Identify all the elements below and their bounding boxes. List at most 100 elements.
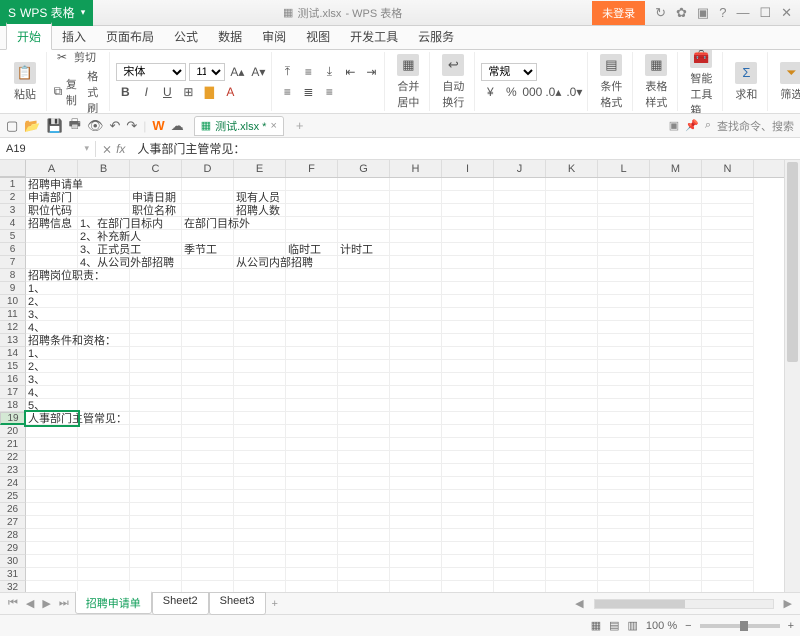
cell[interactable] [442, 542, 494, 555]
cell[interactable] [130, 347, 182, 360]
cell[interactable] [390, 230, 442, 243]
cell[interactable] [130, 282, 182, 295]
cell[interactable] [546, 412, 598, 425]
cell[interactable] [286, 399, 338, 412]
cell[interactable] [650, 308, 702, 321]
add-sheet-icon[interactable]: + [270, 598, 280, 610]
cell[interactable] [286, 321, 338, 334]
cell[interactable] [338, 256, 390, 269]
cell[interactable]: 人事部门主管常见： [26, 412, 78, 425]
cell[interactable] [702, 412, 754, 425]
cell[interactable] [494, 373, 546, 386]
cell[interactable] [286, 191, 338, 204]
col-header-M[interactable]: M [650, 160, 702, 177]
sync-icon[interactable]: ↻ [655, 5, 666, 21]
minimize-button[interactable]: — [736, 5, 749, 20]
cell[interactable] [338, 412, 390, 425]
cell[interactable]: 计时工 [338, 243, 390, 256]
cell[interactable] [650, 464, 702, 477]
cell[interactable] [442, 425, 494, 438]
cell[interactable] [598, 204, 650, 217]
cell[interactable] [442, 373, 494, 386]
cell[interactable] [442, 243, 494, 256]
menu-tab-1[interactable]: 插入 [52, 24, 96, 49]
cell[interactable] [494, 399, 546, 412]
filter-button[interactable]: ⏷筛选 [774, 60, 800, 104]
currency-icon[interactable]: ¥ [481, 83, 499, 101]
cell[interactable] [130, 542, 182, 555]
cell[interactable] [338, 334, 390, 347]
vertical-scrollbar[interactable] [784, 160, 800, 592]
cell[interactable] [546, 243, 598, 256]
cell[interactable] [390, 425, 442, 438]
cell[interactable] [546, 568, 598, 581]
row-header[interactable]: 4 [0, 217, 26, 230]
cell[interactable] [130, 295, 182, 308]
cell[interactable] [702, 256, 754, 269]
cell[interactable] [598, 373, 650, 386]
qat-new-icon[interactable]: ▢ [6, 118, 18, 134]
cell[interactable] [494, 217, 546, 230]
doc-tab-close-icon[interactable]: × [270, 120, 276, 132]
smarttool-button[interactable]: 🧰智能工具箱 [684, 50, 718, 114]
cell[interactable] [390, 529, 442, 542]
cell[interactable] [442, 204, 494, 217]
cell[interactable] [650, 542, 702, 555]
cell[interactable] [702, 568, 754, 581]
cell[interactable] [78, 347, 130, 360]
add-tab-icon[interactable]: + [296, 118, 304, 133]
cell[interactable] [546, 308, 598, 321]
cell[interactable] [442, 464, 494, 477]
cell[interactable] [390, 503, 442, 516]
row-header[interactable]: 28 [0, 529, 26, 542]
cell[interactable] [546, 204, 598, 217]
cell[interactable] [442, 386, 494, 399]
menu-tab-5[interactable]: 审阅 [252, 24, 296, 49]
cell[interactable] [286, 490, 338, 503]
cell[interactable] [702, 555, 754, 568]
view-break-icon[interactable]: ▥ [628, 619, 638, 632]
cell[interactable] [234, 555, 286, 568]
cell[interactable] [442, 282, 494, 295]
cell[interactable] [26, 451, 78, 464]
cell[interactable] [494, 386, 546, 399]
cell[interactable] [702, 581, 754, 592]
hscroll-right-icon[interactable]: ▶ [782, 597, 794, 610]
cell[interactable] [442, 230, 494, 243]
row-header[interactable]: 24 [0, 477, 26, 490]
cell[interactable] [598, 386, 650, 399]
cell[interactable] [234, 477, 286, 490]
help-icon[interactable]: ? [719, 5, 726, 20]
cell[interactable] [182, 568, 234, 581]
cell[interactable] [78, 334, 130, 347]
sheet-tab[interactable]: Sheet2 [152, 592, 209, 615]
skin-icon[interactable]: ✿ [676, 5, 687, 21]
cell[interactable] [650, 282, 702, 295]
cell[interactable] [598, 425, 650, 438]
fillcolor-icon[interactable]: ▇ [200, 83, 218, 101]
numfmt-select[interactable]: 常规 [481, 63, 537, 81]
cell[interactable]: 在部门目标外 [182, 217, 234, 230]
col-header-B[interactable]: B [78, 160, 130, 177]
cell[interactable] [650, 451, 702, 464]
cell[interactable] [650, 295, 702, 308]
cell[interactable] [650, 477, 702, 490]
cell[interactable] [130, 386, 182, 399]
cell[interactable] [338, 542, 390, 555]
cell[interactable] [338, 386, 390, 399]
cell[interactable] [650, 503, 702, 516]
cell[interactable] [338, 529, 390, 542]
cell[interactable] [546, 477, 598, 490]
cell[interactable] [390, 217, 442, 230]
horizontal-scrollbar[interactable] [594, 599, 774, 609]
cell[interactable] [598, 282, 650, 295]
sheet-nav-prev-icon[interactable]: ◀ [24, 597, 36, 610]
cell[interactable] [598, 503, 650, 516]
cell[interactable] [390, 347, 442, 360]
cell[interactable] [650, 230, 702, 243]
cell[interactable] [286, 269, 338, 282]
cell[interactable] [182, 464, 234, 477]
cell[interactable] [442, 568, 494, 581]
cell[interactable] [494, 204, 546, 217]
cell[interactable] [338, 191, 390, 204]
